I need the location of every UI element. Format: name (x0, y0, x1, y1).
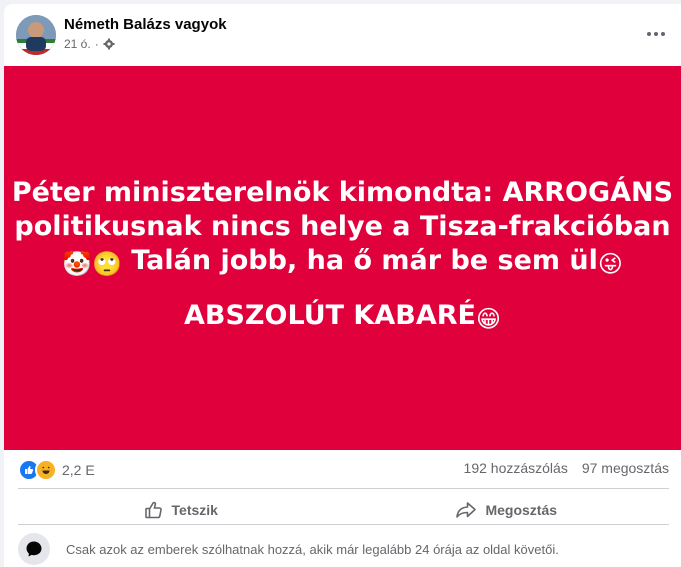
more-options-icon[interactable] (645, 23, 667, 45)
share-button[interactable]: Megosztás (344, 489, 670, 524)
banner-text: Péter miniszterelnök kimondta: ARROGÁNS … (4, 176, 681, 336)
post-header: Németh Balázs vagyok 21 ó. · (4, 4, 681, 66)
banner-line-4: ABSZOLÚT KABARÉ😁 (4, 299, 681, 336)
share-arrow-icon (455, 500, 477, 520)
comment-restriction-text: Csak azok az emberek szólhatnak hozzá, a… (66, 542, 559, 557)
clown-emoji-icon: 🤡 (62, 250, 92, 278)
engagement-counts: 192 hozzászólás 97 megosztás (464, 460, 669, 476)
winking-tongue-emoji-icon: 😜 (597, 250, 623, 278)
post-image-banner[interactable]: Péter miniszterelnök kimondta: ARROGÁNS … (4, 66, 681, 450)
post-actions: Tetszik Megosztás (18, 488, 669, 524)
thumbs-up-icon (144, 500, 164, 520)
meta-separator: · (94, 37, 99, 51)
author-name[interactable]: Németh Balázs vagyok (64, 16, 227, 33)
post-stats: 2,2 E 192 hozzászólás 97 megosztás (4, 450, 681, 488)
banner-line-1: Péter miniszterelnök kimondta: ARROGÁNS (11, 177, 674, 208)
banner-line-4-text: ABSZOLÚT KABARÉ (184, 300, 476, 331)
eye-roll-emoji-icon: 🙄 (91, 250, 122, 278)
post-card: Németh Balázs vagyok 21 ó. · Péter minis… (4, 4, 681, 567)
banner-line-3: 🤡🙄 Talán jobb, ha ő már be sem ül😜 (4, 244, 681, 281)
post-time[interactable]: 21 ó. (64, 37, 91, 51)
grin-emoji-icon: 😁 (475, 305, 501, 333)
reactions-count[interactable]: 2,2 E (62, 462, 95, 478)
banner-line-2: politikusnak nincs helye a Tisza-frakció… (14, 211, 671, 242)
banner-line-3-text: Talán jobb, ha ő már be sem ül (121, 245, 598, 276)
post-meta: 21 ó. · (64, 37, 115, 51)
like-button[interactable]: Tetszik (18, 489, 344, 524)
reactions-summary[interactable]: 2,2 E (18, 459, 95, 481)
like-label: Tetszik (171, 501, 218, 518)
share-label: Megosztás (485, 501, 558, 518)
speech-bubble-icon (18, 533, 50, 565)
author-avatar[interactable] (16, 15, 56, 55)
shares-count[interactable]: 97 megosztás (582, 460, 669, 476)
comment-restriction-notice: Csak azok az emberek szólhatnak hozzá, a… (18, 524, 669, 567)
comments-count[interactable]: 192 hozzászólás (464, 460, 568, 476)
haha-reaction-icon (35, 459, 57, 481)
gear-icon[interactable] (103, 38, 115, 50)
